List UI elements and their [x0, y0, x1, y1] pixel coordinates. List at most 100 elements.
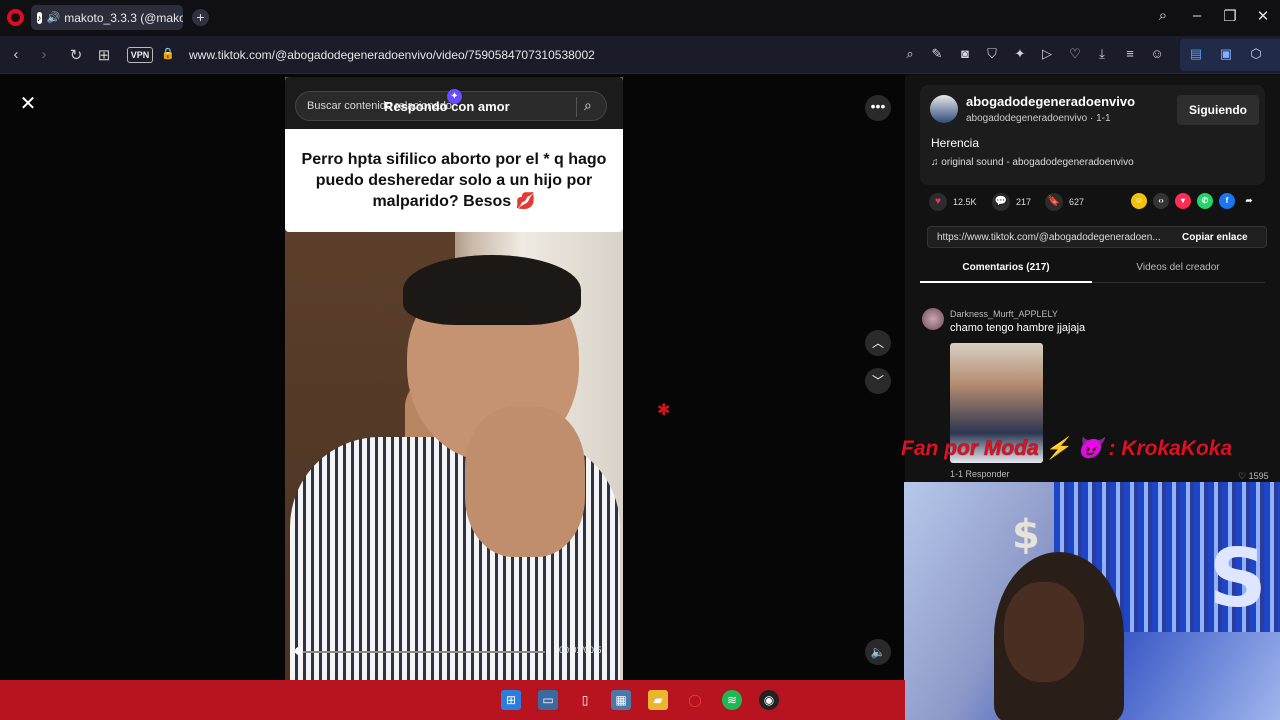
cube-icon[interactable]: ⬡ — [1247, 46, 1265, 62]
sound-label: original sound - abogadodegeneradoenvivo — [941, 157, 1134, 168]
play-icon[interactable]: ▷ — [1038, 46, 1056, 62]
browser-tab[interactable]: ♪ 🔊 makoto_3.3.3 (@mako — [31, 5, 183, 30]
stream-banner: Fan por Moda ⚡ 😈 : KrokaKoka — [901, 437, 1233, 460]
send-share-icon[interactable]: ▾ — [1175, 193, 1191, 209]
minimize-icon[interactable]: – — [1186, 7, 1208, 24]
creator-username[interactable]: abogadodegeneradoenvivo — [966, 94, 1135, 109]
extension-icon[interactable]: ✦ — [1011, 46, 1029, 62]
balloon-letter: $ — [1012, 512, 1040, 558]
back-icon[interactable]: ‹ — [7, 46, 25, 63]
balloon-letter-large: S — [1209, 532, 1267, 625]
video-description: Herencia — [931, 136, 980, 150]
embed-share-icon[interactable]: ‹› — [1153, 193, 1169, 209]
comment-meta[interactable]: 1-1 Responder — [950, 469, 1010, 479]
comment-avatar[interactable] — [922, 308, 944, 330]
shield-icon[interactable]: ⛉ — [983, 46, 1001, 62]
comment-text: chamo tengo hambre jjajaja — [950, 322, 1086, 334]
phone-link-icon[interactable]: ▯ — [575, 690, 595, 710]
comment-likes[interactable]: ♡ 1595 — [1238, 471, 1269, 482]
url-field[interactable]: www.tiktok.com/@abogadodegeneradoenvivo/… — [189, 48, 595, 62]
task-view-icon[interactable]: ▭ — [538, 690, 558, 710]
tab-comments[interactable]: Comentarios (217) — [920, 262, 1092, 273]
comment-stat[interactable]: 💬 217 — [992, 193, 1031, 211]
reply-overlay-text: Respondo con amor — [384, 99, 510, 114]
save-stat[interactable]: 🔖 627 — [1045, 193, 1084, 211]
sidebar-extensions: ▤ ▣ ⬡ — [1180, 39, 1280, 71]
search-icon[interactable]: ⌕ — [584, 97, 592, 114]
search-icon[interactable]: ⌕ — [1152, 7, 1174, 24]
close-video-icon[interactable]: ✕ — [17, 93, 39, 115]
search-divider — [576, 97, 577, 117]
webcam-face — [1004, 582, 1084, 682]
chevron-down-icon[interactable]: ﹀ — [865, 368, 891, 394]
restore-icon[interactable]: ❐ — [1219, 7, 1241, 25]
heart-icon[interactable]: ♥ — [929, 193, 947, 211]
video-player[interactable]: Buscar contenido relacionado Respondo co… — [285, 77, 623, 680]
comment-likes-count: 1595 — [1248, 471, 1269, 481]
comment-author[interactable]: Darkness_Murft_APPLELY — [950, 309, 1058, 319]
tab-underline — [920, 281, 1092, 283]
close-icon[interactable]: ✕ — [1252, 7, 1274, 25]
coin-share-icon[interactable]: ☺ — [1131, 193, 1147, 209]
saves-count: 627 — [1069, 197, 1085, 207]
more-icon[interactable]: ••• — [865, 95, 891, 121]
tab-creator-videos[interactable]: Videos del creador — [1092, 262, 1264, 273]
vpn-badge[interactable]: VPN — [127, 47, 153, 63]
share-url[interactable]: https://www.tiktok.com/@abogadodegenerad… — [937, 232, 1167, 243]
facebook-share-icon[interactable]: f — [1219, 193, 1235, 209]
comment-icon[interactable]: 💬 — [992, 193, 1010, 211]
video-info-panel: abogadodegeneradoenvivo abogadodegenerad… — [905, 75, 1280, 483]
forward-icon[interactable]: › — [35, 46, 53, 63]
lock-icon[interactable]: 🔒 — [161, 47, 175, 60]
download-icon[interactable]: ⤓ — [1093, 46, 1111, 62]
video-time: 00:01/00:59 — [559, 645, 607, 655]
address-bar: ‹ › ↻ ⊞ VPN 🔒 www.tiktok.com/@abogadodeg… — [0, 36, 1280, 74]
calculator-icon[interactable]: ▦ — [611, 690, 631, 710]
forward-share-icon[interactable]: ➦ — [1241, 193, 1257, 209]
camera-icon[interactable]: ◙ — [956, 46, 974, 61]
browser-tab-bar: ♪ 🔊 makoto_3.3.3 (@mako + ⌕ – ❐ ✕ — [0, 0, 1280, 36]
question-text: Perro hpta sifilico aborto por el * q ha… — [301, 151, 607, 210]
obs-icon[interactable]: ◉ — [759, 690, 779, 710]
taskbar: ⊞ ▭ ▯ ▦ ▰ ◯ ≋ ◉ — [0, 680, 905, 720]
following-button[interactable]: Siguiendo — [1177, 95, 1259, 125]
tab-title: makoto_3.3.3 (@mako — [64, 10, 183, 25]
volume-icon[interactable]: 🔈 — [865, 639, 891, 665]
chevron-up-icon[interactable]: ︿ — [865, 330, 891, 356]
sound-link[interactable]: ♫ original sound - abogadodegeneradoenvi… — [931, 157, 1134, 168]
tiktok-favicon: ♪ — [37, 11, 42, 24]
menu-icon[interactable]: ≡ — [1121, 46, 1139, 61]
edit-icon[interactable]: ✎ — [928, 46, 946, 62]
opera-taskbar-icon[interactable]: ◯ — [685, 690, 705, 710]
opera-logo[interactable] — [7, 9, 24, 26]
search-header: Buscar contenido relacionado Respondo co… — [285, 77, 623, 129]
heart-outline-icon[interactable]: ♡ — [1066, 46, 1084, 62]
like-stat[interactable]: ♥ 12.5K — [929, 193, 977, 211]
video-hand — [465, 407, 585, 557]
spotify-icon[interactable]: ≋ — [722, 690, 742, 710]
sidebar-icon[interactable]: ▤ — [1187, 46, 1205, 62]
creator-card: abogadodegeneradoenvivo abogadodegenerad… — [920, 85, 1265, 185]
reload-icon[interactable]: ↻ — [67, 46, 85, 64]
cursor-mark: ✱ — [657, 402, 671, 419]
bookmark-icon[interactable]: 🔖 — [1045, 193, 1063, 211]
speed-dial-icon[interactable]: ⊞ — [95, 46, 113, 64]
video-hair — [403, 255, 581, 325]
creator-subline: abogadodegeneradoenvivo · 1-1 — [966, 113, 1111, 124]
avatar[interactable] — [930, 95, 958, 123]
windows-start-icon[interactable]: ⊞ — [501, 690, 521, 710]
new-tab-button[interactable]: + — [192, 9, 209, 26]
profile-icon[interactable]: ☺ — [1148, 46, 1166, 61]
file-explorer-icon[interactable]: ▰ — [648, 690, 668, 710]
whatsapp-share-icon[interactable]: ✆ — [1197, 193, 1213, 209]
lens-icon[interactable]: ⌕ — [901, 46, 919, 62]
progress-knob[interactable] — [295, 647, 303, 655]
video-progress-bar[interactable] — [295, 651, 545, 653]
comments-count: 217 — [1016, 197, 1032, 207]
translate-icon[interactable]: ▣ — [1217, 46, 1235, 62]
likes-count: 12.5K — [953, 197, 977, 207]
tiktok-video-page: ✕ Buscar contenido relacionado Respondo … — [0, 75, 905, 680]
speaker-icon[interactable]: 🔊 — [47, 11, 61, 24]
screen: ♪ 🔊 makoto_3.3.3 (@mako + ⌕ – ❐ ✕ ‹ › ↻ … — [0, 0, 1280, 720]
copy-link-button[interactable]: Copiar enlace — [1182, 232, 1248, 243]
